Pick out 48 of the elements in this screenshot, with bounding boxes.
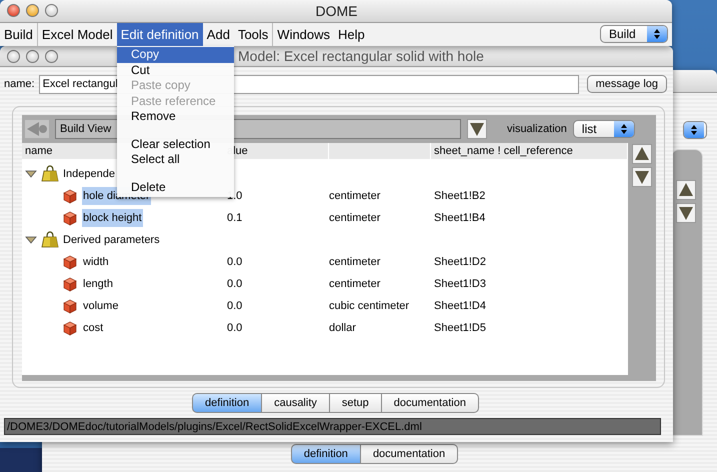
table-cell-text: cubic centimeter [329, 300, 410, 312]
menu-item[interactable]: Windows [273, 22, 334, 46]
group-name[interactable]: Derived parameters [63, 234, 160, 246]
name-label: name: [4, 78, 35, 90]
file-path: /DOME3/DOMEdoc/tutorialModels/plugins/Excel/RectSolidExcelWrapper-EXCEL.dml [4, 418, 661, 435]
table-cell-text: 0.0 [227, 256, 244, 268]
table-cell-text: centimeter [329, 256, 382, 268]
column-header[interactable]: sheet_name ! cell_reference [431, 143, 628, 159]
tab[interactable]: documentation [382, 393, 479, 413]
window-title: DOME [314, 2, 358, 19]
menu-item[interactable]: Select all [117, 152, 234, 168]
table-cell-text: 0.0 [227, 300, 244, 312]
table-cell-text: dollar [329, 322, 357, 334]
menu-item[interactable]: Add [202, 22, 234, 46]
tab[interactable]: setup [330, 393, 382, 413]
table-cell-text: centimeter [329, 190, 382, 202]
menu-item[interactable]: Build [0, 22, 37, 46]
mode-dropdown[interactable]: Build [600, 25, 668, 44]
parameter-name[interactable]: length [82, 275, 114, 293]
parameter-name[interactable]: volume [82, 297, 120, 315]
table-cell-text: Sheet1!D5 [433, 322, 487, 334]
table-cell-text: Sheet1!D3 [433, 278, 487, 290]
parameter-name[interactable]: block height [82, 209, 143, 227]
parameter-name[interactable]: width [82, 253, 110, 271]
tab[interactable]: causality [262, 393, 330, 413]
table-cell-text: centimeter [329, 212, 382, 224]
tab[interactable]: documentation [360, 444, 458, 464]
table-cell-text: centimeter [329, 278, 382, 290]
table-cell-text: 0.1 [227, 212, 244, 224]
group-name[interactable]: Independe [63, 168, 115, 180]
parameter-name[interactable]: cost [82, 319, 104, 337]
menu-item[interactable]: Help [334, 22, 369, 46]
menu-item[interactable]: Copy [117, 47, 234, 62]
table-cell-text: 0.0 [227, 322, 244, 334]
tab[interactable]: definition [290, 444, 361, 464]
table-cell-text: 0.0 [227, 278, 244, 290]
menu-item[interactable]: Excel Model [38, 22, 117, 46]
menu-item[interactable]: Tools [234, 22, 272, 46]
visualization-label: visualization [507, 123, 567, 135]
table-cell-text: Sheet1!D4 [433, 300, 487, 312]
tab[interactable]: definition [192, 393, 262, 413]
window-title: Model: Excel rectangular solid with hole [238, 48, 484, 64]
table-cell-text: Sheet1!D2 [433, 256, 487, 268]
visualization-dropdown[interactable]: list [572, 120, 635, 138]
table-cell-text: Sheet1!B4 [433, 212, 486, 224]
message-log-button[interactable]: message log [586, 75, 667, 93]
menu-item[interactable]: Edit definition [116, 22, 203, 46]
table-cell-text: Sheet1!B2 [433, 190, 486, 202]
